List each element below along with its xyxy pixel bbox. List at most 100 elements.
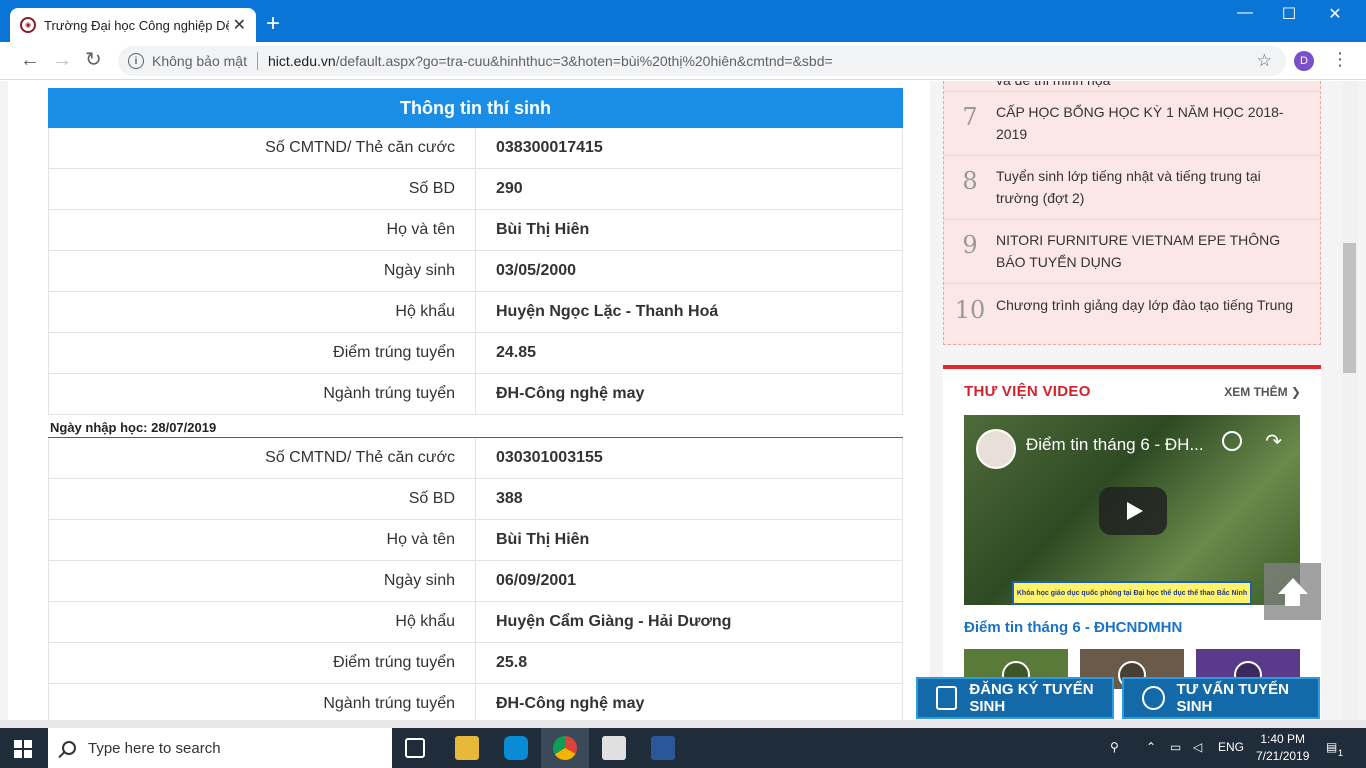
bookmark-star-icon[interactable]: ☆ [1257, 51, 1272, 71]
news-number [944, 81, 996, 91]
profile-avatar[interactable]: D [1294, 51, 1314, 71]
address-divider [256, 52, 258, 70]
watch-later-icon[interactable] [1222, 431, 1242, 451]
table-row: Ngành trúng tuyển ĐH-Công nghệ may [48, 374, 903, 415]
maximize-button[interactable]: ☐ [1266, 4, 1312, 24]
reload-button[interactable]: ↻ [85, 50, 102, 70]
mail-icon[interactable] [602, 736, 626, 760]
video-library: THƯ VIỆN VIDEO XEM THÊM ❯ Điểm tin tháng… [943, 365, 1321, 728]
task-view-icon[interactable] [405, 738, 425, 758]
table-row: Điểm trúng tuyển 24.85 [48, 333, 903, 374]
language-indicator[interactable]: ENG [1218, 740, 1244, 754]
browser-menu-icon[interactable]: ⋮ [1331, 50, 1349, 68]
arrow-up-icon [1277, 577, 1308, 594]
zalo-icon[interactable] [504, 736, 528, 760]
chrome-icon [553, 736, 577, 760]
form-edit-icon [936, 686, 958, 710]
list-item[interactable]: 7 CẤP HỌC BỔNG HỌC KỲ 1 NĂM HỌC 2018-201… [944, 92, 1320, 156]
clock-time: 1:40 PM [1260, 732, 1306, 746]
scrollbar-thumb[interactable] [1343, 243, 1356, 373]
list-item[interactable]: 9 NITORI FURNITURE VIETNAM EPE THÔNG BÁO… [944, 220, 1320, 284]
page-viewport: Thông tin thí sinh Số CMTND/ Thẻ căn cướ… [0, 81, 1366, 728]
news-title[interactable]: NITORI FURNITURE VIETNAM EPE THÔNG BÁO T… [996, 229, 1320, 283]
page-scrollbar[interactable] [1341, 81, 1358, 721]
news-title[interactable]: Chương trình giảng dạy lớp đào tạo tiếng… [996, 294, 1320, 334]
address-bar[interactable]: i Không bảo mật hict.edu.vn /default.asp… [118, 46, 1286, 76]
clock-date: 7/21/2019 [1256, 749, 1310, 763]
table-row: Số BD 388 [48, 479, 903, 520]
row-value: Huyện Cẩm Giàng - Hải Dương [496, 613, 732, 630]
browser-tab-bar: ◉ Trường Đại học Công nghiệp Dệt ✕ + — ☐… [0, 0, 1366, 42]
news-list: và đề thi minh họa 7 CẤP HỌC BỔNG HỌC KỲ… [943, 81, 1321, 345]
row-value: Bùi Thị Hiên [496, 221, 590, 238]
row-label: Hộ khẩu [49, 292, 476, 332]
table-row: Họ và tên Bùi Thị Hiên [48, 210, 903, 251]
row-label: Họ và tên [49, 210, 476, 250]
news-title[interactable]: Tuyển sinh lớp tiếng nhật và tiếng trung… [996, 165, 1320, 219]
url-host: hict.edu.vn [267, 53, 336, 69]
news-title[interactable]: và đề thi minh họa [996, 81, 1320, 91]
share-icon[interactable]: ↷ [1265, 429, 1282, 454]
people-icon[interactable]: ⚲ [1110, 740, 1119, 754]
info-icon[interactable]: i [128, 53, 144, 69]
scroll-to-top-button[interactable] [1264, 563, 1321, 620]
list-item[interactable]: và đề thi minh họa [944, 81, 1320, 92]
url-path: /default.aspx?go=tra-cuu&hinhthuc=3&hote… [335, 53, 833, 69]
chrome-taskbar-active[interactable] [541, 728, 589, 768]
candidate-record-1: Số CMTND/ Thẻ căn cước 038300017415 Số BD… [48, 128, 903, 438]
table-row: Hộ khẩu Huyện Ngọc Lặc - Thanh Hoá [48, 292, 903, 333]
arrow-up-stem [1285, 594, 1300, 606]
minimize-button[interactable]: — [1222, 4, 1268, 22]
video-player[interactable]: Điểm tin tháng 6 - ĐH... ↷ Khóa học giáo… [964, 415, 1300, 605]
tab-close-icon[interactable]: ✕ [233, 15, 246, 35]
see-more-link[interactable]: XEM THÊM ❯ [1224, 385, 1301, 399]
taskbar-search-box[interactable]: Type here to search [48, 728, 392, 768]
list-item[interactable]: 10 Chương trình giảng dạy lớp đào tạo ti… [944, 284, 1320, 334]
row-value: 388 [496, 490, 523, 507]
video-overlay-title[interactable]: Điểm tin tháng 6 - ĐH... [1026, 435, 1204, 455]
channel-avatar[interactable] [976, 429, 1016, 469]
play-button[interactable] [1099, 487, 1167, 535]
word-icon[interactable] [651, 736, 675, 760]
list-item[interactable]: 8 Tuyển sinh lớp tiếng nhật và tiếng tru… [944, 156, 1320, 220]
table-row: Họ và tên Bùi Thị Hiên [48, 520, 903, 561]
taskbar-clock[interactable]: 1:40 PM 7/21/2019 [1256, 731, 1309, 765]
windows-taskbar: Type here to search ⚲ ⌃ ▭ ◁ ENG 1:40 PM … [0, 728, 1366, 768]
register-admission-button[interactable]: ĐĂNG KÝ TUYỂN SINH [916, 677, 1114, 719]
file-explorer-icon[interactable] [455, 736, 479, 760]
new-tab-button[interactable]: + [266, 12, 280, 36]
row-value: 24.85 [496, 344, 537, 361]
battery-icon[interactable]: ▭ [1170, 740, 1181, 754]
row-label: Số CMTND/ Thẻ căn cước [49, 438, 476, 478]
forward-button[interactable]: → [52, 50, 72, 70]
browser-tab[interactable]: ◉ Trường Đại học Công nghiệp Dệt ✕ [10, 8, 256, 42]
row-label: Ngành trúng tuyển [49, 684, 476, 724]
close-window-button[interactable]: ✕ [1312, 4, 1358, 24]
security-status[interactable]: Không bảo mật [152, 53, 247, 69]
back-button[interactable]: ← [20, 50, 40, 70]
register-label: ĐĂNG KÝ TUYỂN SINH [969, 681, 1094, 715]
row-label: Ngày sinh [49, 251, 476, 291]
volume-icon[interactable]: ◁ [1193, 740, 1202, 754]
row-label: Số BD [49, 169, 476, 209]
candidate-info-table: Thông tin thí sinh Số CMTND/ Thẻ căn cướ… [48, 88, 903, 725]
notification-icon[interactable]: ▤ [1326, 740, 1337, 754]
news-title[interactable]: CẤP HỌC BỔNG HỌC KỲ 1 NĂM HỌC 2018-2019 [996, 101, 1320, 155]
row-value: 03/05/2000 [496, 262, 577, 279]
browser-bottom-strip [0, 720, 1366, 728]
row-value: Huyện Ngọc Lặc - Thanh Hoá [496, 303, 719, 320]
table-row: Số BD 290 [48, 169, 903, 210]
search-placeholder: Type here to search [88, 739, 221, 757]
row-value: Bùi Thị Hiên [496, 531, 590, 548]
browser-toolbar: ← → ↻ i Không bảo mật hict.edu.vn /defau… [0, 42, 1366, 80]
news-number: 10 [954, 296, 986, 324]
consult-admission-button[interactable]: TƯ VẤN TUYỂN SINH [1122, 677, 1320, 719]
row-label: Số BD [49, 479, 476, 519]
windows-start-icon[interactable] [14, 740, 32, 758]
tray-chevron-icon[interactable]: ⌃ [1146, 740, 1156, 754]
video-caption-link[interactable]: Điểm tin tháng 6 - ĐHCNDMHN [964, 619, 1182, 636]
news-number: 7 [962, 103, 978, 131]
row-value: 06/09/2001 [496, 572, 577, 589]
tab-title: Trường Đại học Công nghiệp Dệt [44, 17, 229, 33]
row-label: Ngành trúng tuyển [49, 374, 476, 414]
